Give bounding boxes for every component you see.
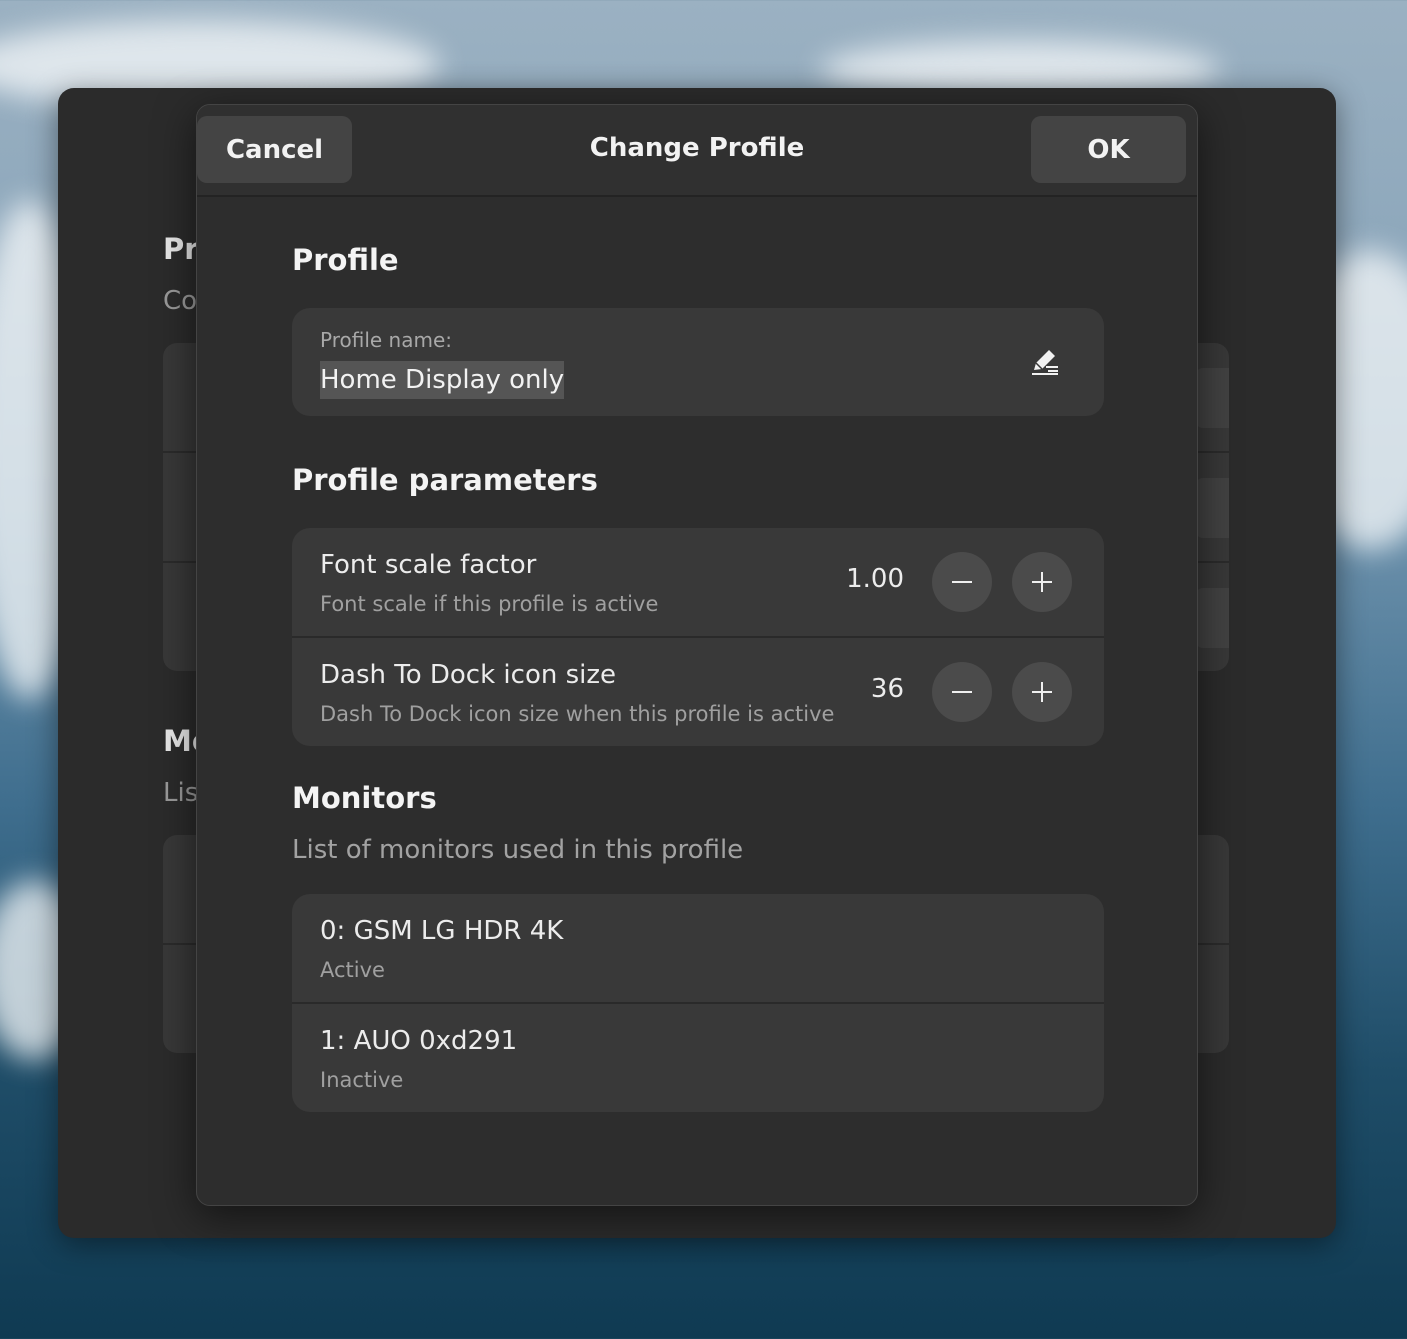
monitor-status: Active xyxy=(320,958,385,982)
bg-section-description: Co xyxy=(163,286,198,316)
profile-name-card: Profile name: Home Display only xyxy=(292,308,1104,416)
dock-icon-size-value[interactable]: 36 xyxy=(871,674,904,704)
font-scale-subtitle: Font scale if this profile is active xyxy=(320,592,659,616)
font-scale-increase-button[interactable] xyxy=(1012,552,1072,612)
monitor-row[interactable]: 1: AUO 0xd291 Inactive xyxy=(292,1002,1104,1112)
change-profile-dialog: Cancel Change Profile OK Profile Profile… xyxy=(196,104,1198,1206)
minus-icon xyxy=(952,581,972,583)
bg-section-heading: Pr xyxy=(163,232,199,266)
plus-icon xyxy=(1032,682,1052,702)
dialog-headerbar: Cancel Change Profile OK xyxy=(197,105,1197,197)
profile-parameters-heading: Profile parameters xyxy=(292,463,598,497)
minus-icon xyxy=(952,691,972,693)
font-scale-row: Font scale factor Font scale if this pro… xyxy=(292,528,1104,636)
dock-icon-size-subtitle: Dash To Dock icon size when this profile… xyxy=(320,702,835,726)
monitor-name: 1: AUO 0xd291 xyxy=(320,1026,518,1056)
edit-pencil-icon[interactable] xyxy=(1028,344,1062,378)
monitor-status: Inactive xyxy=(320,1068,404,1092)
font-scale-decrease-button[interactable] xyxy=(932,552,992,612)
monitor-name: 0: GSM LG HDR 4K xyxy=(320,916,564,946)
bg-section-description-2: Lis xyxy=(163,778,199,808)
dock-icon-size-row: Dash To Dock icon size Dash To Dock icon… xyxy=(292,636,1104,746)
monitors-description: List of monitors used in this profile xyxy=(292,835,744,865)
plus-icon xyxy=(1032,572,1052,592)
font-scale-title: Font scale factor xyxy=(320,550,537,580)
monitors-heading: Monitors xyxy=(292,781,437,815)
dock-icon-size-increase-button[interactable] xyxy=(1012,662,1072,722)
profile-heading: Profile xyxy=(292,243,399,277)
profile-name-label: Profile name: xyxy=(320,328,453,352)
font-scale-value[interactable]: 1.00 xyxy=(846,564,904,594)
ok-button[interactable]: OK xyxy=(1031,116,1186,183)
dock-icon-size-decrease-button[interactable] xyxy=(932,662,992,722)
dock-icon-size-title: Dash To Dock icon size xyxy=(320,660,617,690)
monitors-list: 0: GSM LG HDR 4K Active 1: AUO 0xd291 In… xyxy=(292,894,1104,1112)
monitor-row[interactable]: 0: GSM LG HDR 4K Active xyxy=(292,894,1104,1002)
profile-name-field[interactable]: Home Display only xyxy=(320,361,565,399)
profile-parameters-card: Font scale factor Font scale if this pro… xyxy=(292,528,1104,746)
